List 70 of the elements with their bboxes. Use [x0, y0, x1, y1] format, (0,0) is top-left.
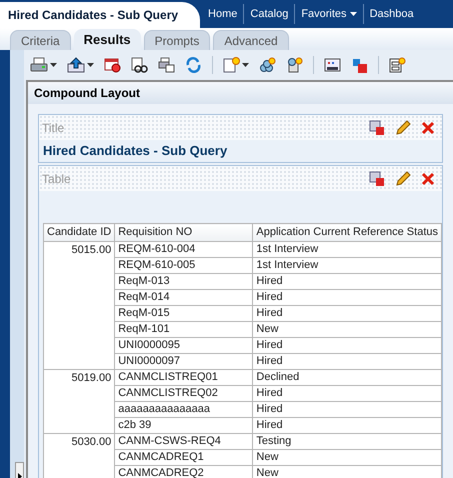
table-cell: Hired: [252, 305, 442, 321]
tab[interactable]: Criteria: [10, 30, 71, 50]
caret-icon[interactable]: [242, 63, 249, 67]
table-cell: CANMCLISTREQ02: [114, 385, 253, 401]
table-cell: 5030.00: [44, 433, 115, 478]
print-preview-icon[interactable]: [158, 57, 175, 73]
table-cell: Hired: [252, 417, 442, 433]
nav-link[interactable]: Home: [202, 6, 244, 22]
table-cell: 1st Interview: [252, 257, 442, 273]
triangle-icon: [18, 472, 22, 478]
table-cell: Hired: [252, 337, 442, 353]
tab[interactable]: Prompts: [144, 30, 210, 50]
pencil-icon[interactable]: [395, 120, 411, 136]
column-header: Candidate ID: [44, 224, 115, 241]
column-header: Application Current Reference Status: [252, 224, 442, 241]
table-cell: ReqM-013: [114, 273, 253, 289]
calculator-icon[interactable]: [286, 57, 303, 73]
column-header: Requisition NO: [114, 224, 253, 241]
table-cell: New: [252, 449, 442, 465]
nav-link[interactable]: Dashboa: [364, 6, 420, 22]
close-icon[interactable]: [421, 172, 435, 186]
xyz-icon[interactable]: [324, 57, 341, 73]
caret-icon[interactable]: [50, 63, 57, 67]
format-icon[interactable]: [369, 170, 385, 186]
table-cell: 5019.00: [44, 369, 115, 433]
table-cell: Hired: [252, 353, 442, 369]
table-cell: CANMCLISTREQ01: [114, 369, 253, 385]
table-cell: Testing: [252, 433, 442, 449]
table-cell: REQM-610-004: [114, 241, 253, 257]
nav-link[interactable]: Catalog: [244, 6, 294, 22]
table-cell: Hired: [252, 289, 442, 305]
caret-icon[interactable]: [87, 63, 94, 67]
table-cell: REQM-610-005: [114, 257, 253, 273]
table-cell: ReqM-015: [114, 305, 253, 321]
table-cell: CANM-CSWS-REQ4: [114, 433, 253, 449]
table-cell: aaaaaaaaaaaaaaa: [114, 401, 253, 417]
refresh-icon[interactable]: [185, 57, 202, 73]
table-cell: Hired: [252, 401, 442, 417]
page-tab-title[interactable]: Hired Candidates - Sub Query: [0, 2, 200, 28]
circles-icon[interactable]: [259, 57, 276, 73]
pdf-icon[interactable]: [351, 57, 368, 73]
layout-icon[interactable]: [389, 57, 406, 73]
export-icon[interactable]: [67, 57, 85, 73]
close-icon[interactable]: [421, 120, 435, 134]
table-cell: ReqM-101: [114, 321, 253, 337]
printer-icon[interactable]: [30, 57, 48, 73]
table-cell: c2b 39: [114, 417, 253, 433]
tab[interactable]: Advanced: [213, 30, 289, 50]
table-cell: 5015.00: [44, 241, 115, 369]
format-icon[interactable]: [369, 120, 385, 136]
schedule-icon[interactable]: [104, 57, 121, 73]
table-cell: 1st Interview: [252, 241, 442, 257]
table-cell: ReqM-014: [114, 289, 253, 305]
caret-icon: [350, 12, 357, 16]
table-cell: New: [252, 321, 442, 337]
table-cell: Declined: [252, 369, 442, 385]
pencil-icon[interactable]: [395, 170, 411, 186]
table-cell: UNI0000095: [114, 337, 253, 353]
tab[interactable]: Results: [74, 29, 141, 50]
view-label: Title: [42, 120, 66, 136]
view-title: Hired Candidates - Sub Query: [42, 142, 228, 160]
layout-heading: Compound Layout: [28, 82, 453, 104]
nav-link[interactable]: Favorites: [295, 6, 363, 22]
table-cell: UNI0000097: [114, 353, 253, 369]
glasses-icon[interactable]: [131, 57, 148, 73]
new-page-icon[interactable]: [223, 57, 240, 73]
table-cell: CANMCADREQ1: [114, 449, 253, 465]
table-cell: Hired: [252, 385, 442, 401]
table-cell: Hired: [252, 273, 442, 289]
view-label: Table: [42, 170, 72, 188]
